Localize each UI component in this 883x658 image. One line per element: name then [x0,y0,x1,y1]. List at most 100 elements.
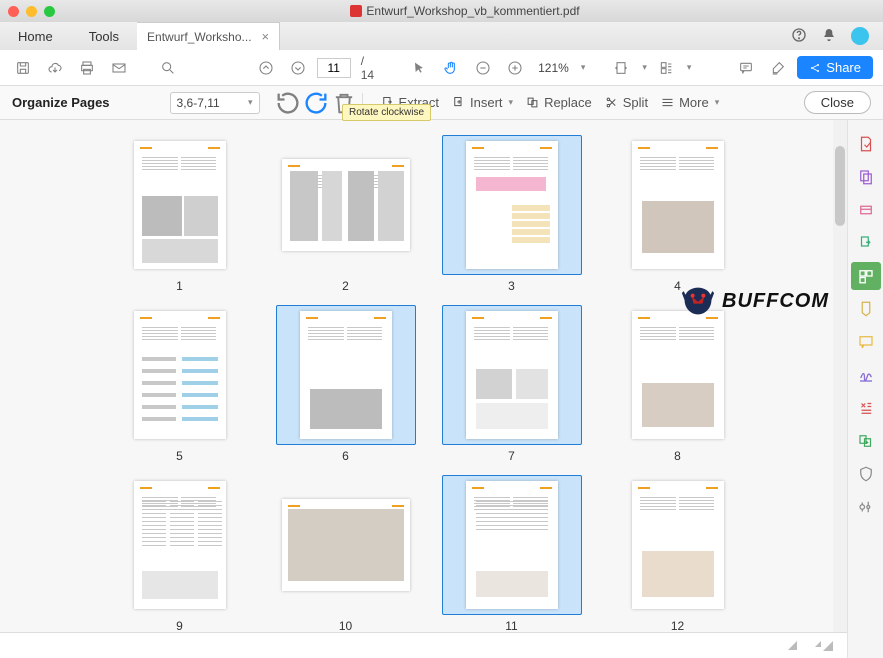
range-value: 3,6-7,11 [177,96,220,110]
page-cell: 11 [442,475,582,633]
rotate-ccw-icon[interactable] [274,90,302,116]
page-thumb[interactable] [442,135,582,275]
rail-combine-icon[interactable] [851,229,881,257]
share-icon [809,62,821,74]
zoom-caret-icon[interactable]: ▾ [581,62,586,73]
cloud-icon[interactable] [42,55,68,81]
close-tab-icon[interactable]: × [262,29,270,44]
print-icon[interactable] [74,55,100,81]
select-tool-icon[interactable] [406,55,432,81]
page-preview [466,311,558,439]
rail-fill-sign-icon[interactable] [851,295,881,323]
fit-caret-icon[interactable]: ▾ [642,62,647,73]
page-cell: 9 [110,475,250,633]
page-thumb[interactable] [608,475,748,615]
rail-protect-icon[interactable] [851,427,881,455]
page-number: 3 [508,279,515,293]
more-label: More [679,95,709,110]
page-cell: 8 [608,305,748,463]
tools-tab[interactable]: Tools [71,22,137,50]
replace-button[interactable]: Replace [519,95,598,110]
page-number: 8 [674,449,681,463]
zoom-large-icon[interactable] [815,641,833,651]
maximize-window-icon[interactable] [44,6,55,17]
search-icon[interactable] [155,55,181,81]
more-button[interactable]: More ▾ [654,95,725,110]
help-icon[interactable] [791,27,807,46]
split-icon [604,95,619,110]
replace-icon [525,95,540,110]
page-input[interactable] [317,58,351,78]
insert-caret-icon: ▾ [509,97,514,108]
rail-comment-icon[interactable] [851,328,881,356]
page-thumb[interactable] [442,305,582,445]
page-view-icon[interactable] [653,55,679,81]
scroll-thumb[interactable] [835,146,845,226]
home-tab[interactable]: Home [0,22,71,50]
page-total: / 14 [361,54,380,82]
rail-shield-icon[interactable] [851,460,881,488]
view-caret-icon[interactable]: ▾ [687,62,692,73]
page-cell: 4 [608,135,748,293]
user-avatar[interactable] [851,27,869,45]
minimize-window-icon[interactable] [26,6,37,17]
page-thumb[interactable] [276,135,416,275]
rail-export-pdf-icon[interactable] [851,130,881,158]
page-down-icon[interactable] [285,55,311,81]
hand-tool-icon[interactable] [438,55,464,81]
page-range-select[interactable]: 3,6-7,11 ▾ [170,92,260,114]
rail-organize-icon[interactable] [851,262,881,290]
page-thumb[interactable] [608,135,748,275]
tab-right-controls [777,22,883,50]
tooltip: Rotate clockwise [342,104,431,121]
page-thumb[interactable] [110,305,250,445]
page-thumb[interactable] [110,135,250,275]
scrollbar[interactable] [833,120,847,632]
highlight-icon[interactable] [765,55,791,81]
comment-icon[interactable] [733,55,759,81]
page-thumb[interactable] [608,305,748,445]
share-button[interactable]: Share [797,56,873,79]
mail-icon[interactable] [106,55,132,81]
organize-toolbar: Organize Pages 3,6-7,11 ▾ Extract Insert… [0,86,883,120]
zoom-small-icon[interactable] [788,641,797,650]
title-center: Entwurf_Workshop_vb_kommentiert.pdf [55,4,875,18]
more-caret-icon: ▾ [715,97,720,108]
close-window-icon[interactable] [8,6,19,17]
pdf-file-icon [350,5,362,17]
page-thumb[interactable] [276,305,416,445]
zoom-out-icon[interactable] [470,55,496,81]
fit-width-icon[interactable] [608,55,634,81]
document-tab[interactable]: Entwurf_Worksho... × [137,22,280,50]
doc-tab-label: Entwurf_Worksho... [147,30,251,44]
page-thumb[interactable] [110,475,250,615]
split-button[interactable]: Split [598,95,654,110]
main-toolbar: / 14 121% ▾ ▾ ▾ Share [0,50,883,86]
close-panel-button[interactable]: Close [804,91,871,114]
rail-sign-icon[interactable] [851,361,881,389]
more-icon [660,95,675,110]
page-preview [282,159,410,251]
window-controls [8,6,55,17]
page-up-icon[interactable] [253,55,279,81]
rail-create-pdf-icon[interactable] [851,196,881,224]
thumbnail-area[interactable]: 123456789101112 [0,120,847,658]
rail-settings-icon[interactable] [851,493,881,521]
page-preview [466,141,558,269]
rail-edit-pdf-icon[interactable] [851,163,881,191]
bell-icon[interactable] [821,27,837,46]
page-number: 1 [176,279,183,293]
insert-label: Insert [470,95,503,110]
page-thumb[interactable] [442,475,582,615]
page-number: 12 [671,619,684,633]
page-number: 7 [508,449,515,463]
zoom-in-icon[interactable] [502,55,528,81]
save-icon[interactable] [10,55,36,81]
insert-button[interactable]: Insert ▾ [445,95,519,110]
watermark-text: BUFFCOM [722,290,829,313]
page-thumb[interactable] [276,475,416,615]
split-label: Split [623,95,648,110]
rotate-cw-icon[interactable] [302,90,330,116]
rail-redact-icon[interactable] [851,394,881,422]
share-label: Share [826,60,861,75]
